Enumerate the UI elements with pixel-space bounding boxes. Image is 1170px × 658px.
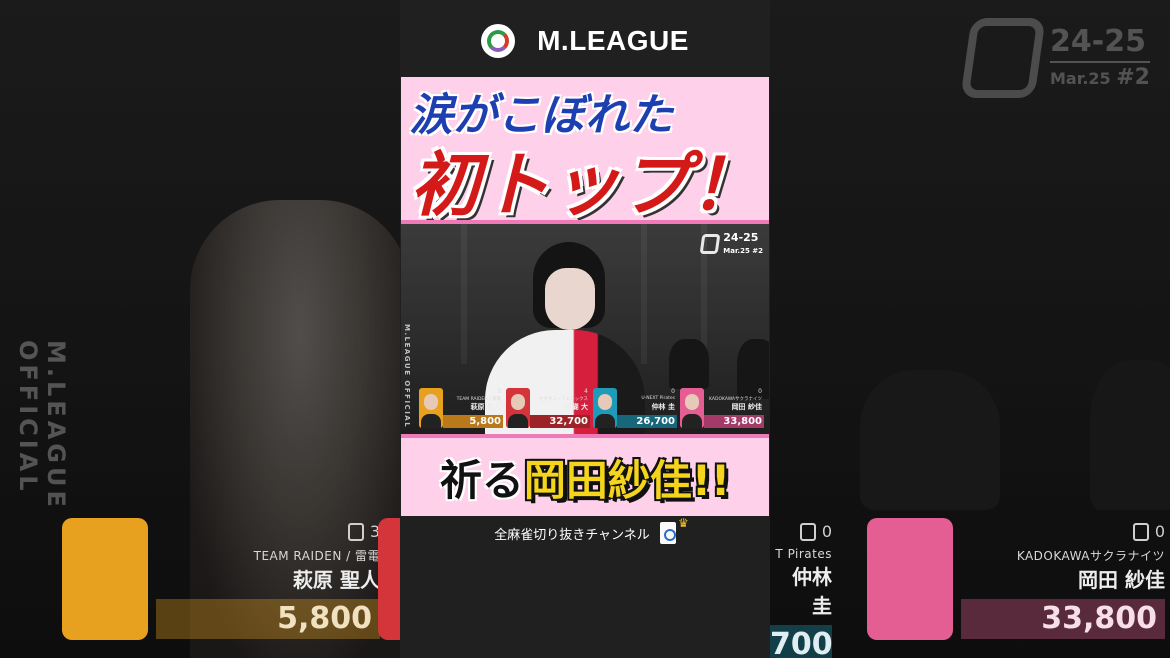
side-score-card-partial: 0 T Pirates 仲林 圭 700 xyxy=(770,518,840,658)
player-photo xyxy=(593,388,617,428)
player-score: 33,800 xyxy=(704,415,764,428)
side-score-card-right: 0 KADOKAWAサクラナイツ 岡田 紗佳 33,800 xyxy=(867,518,1170,643)
video-frame[interactable]: M.LEAGUE OFFICIAL 24-25 Mar.25 #2 3 TEAM … xyxy=(401,224,769,434)
player-score: 5,800 xyxy=(443,415,503,428)
score-card: 0 U-NEXT Pirates 仲林 圭 26,700 xyxy=(593,388,677,430)
brand-header: M.LEAGUE xyxy=(400,24,770,58)
short-video-frame[interactable]: M.LEAGUE 涙がこぼれた 初トップ！ M.LEAGUE OFFICIAL … xyxy=(400,0,770,658)
game-number: #2 xyxy=(1116,64,1150,90)
player-photo xyxy=(62,518,148,640)
player-name: 萩原 聖人 xyxy=(470,403,501,411)
seat-tile-icon xyxy=(347,522,364,541)
mleague-mark-icon xyxy=(960,18,1046,98)
player-score: 26,700 xyxy=(617,415,677,428)
player-name: 仲林 圭 xyxy=(651,403,675,411)
team-name: TEAM RAIDEN / 雷電 xyxy=(253,549,380,563)
player-photo xyxy=(506,388,530,428)
camera-shape xyxy=(669,339,709,389)
seat-tile-icon xyxy=(799,522,816,541)
player-face xyxy=(545,268,595,330)
score-card: 3 TEAM RAIDEN / 雷電 萩原 聖人 5,800 xyxy=(419,388,503,430)
caption-highlight: 岡田紗佳!! xyxy=(523,455,731,505)
seat-tile-icon xyxy=(1132,522,1149,541)
next-player-photo xyxy=(378,518,400,640)
player-photo xyxy=(867,518,953,640)
mleague-season-logo: 24-25 Mar.25 #2 xyxy=(960,18,1150,98)
mleague-logo-icon xyxy=(481,24,516,58)
seat-number: 0 xyxy=(758,388,762,395)
caption-banner: 祈る 岡田紗佳!! xyxy=(401,434,769,516)
team-name: U-NEXT Pirates xyxy=(641,396,675,401)
date-label: Mar.25 xyxy=(1050,68,1111,88)
player-name: 萩原 聖人 xyxy=(293,568,380,592)
side-score-card-left: 3 TEAM RAIDEN / 雷電 萩原 聖人 5,800 xyxy=(62,518,400,643)
left-backdrop: M.LEAGUE OFFICIAL 3 TEAM RAIDEN / 雷電 萩原 … xyxy=(0,0,400,658)
mahjong-tile-icon xyxy=(659,522,676,544)
scoreboard: 3 TEAM RAIDEN / 雷電 萩原 聖人 5,800 4 セガサミーフェ… xyxy=(419,388,765,432)
channel-credit: 全麻雀切り抜きチャンネル ♛ xyxy=(400,516,770,544)
seat-number: 0 xyxy=(671,388,675,395)
brand-title: M.LEAGUE xyxy=(537,25,689,56)
season-logo: 24-25 Mar.25 #2 xyxy=(699,232,763,255)
player-name: 岡田 紗佳 xyxy=(731,403,762,411)
player-photo xyxy=(680,388,704,428)
season-label: 24-25 xyxy=(1050,23,1146,59)
player-score: 32,700 xyxy=(530,415,590,428)
seat-number: 3 xyxy=(497,388,501,395)
vertical-tag: M.LEAGUE OFFICIAL xyxy=(403,324,411,429)
mleague-mark-icon xyxy=(699,233,721,254)
score-card: 0 KADOKAWAサクラナイツ 岡田 紗佳 33,800 xyxy=(680,388,764,430)
channel-label: 全麻雀切り抜きチャンネル xyxy=(494,527,650,543)
caption-prefix: 祈る xyxy=(439,455,524,505)
player-score: 5,800 xyxy=(156,599,380,639)
score-card: 4 セガサミーフェニックス 醍醐 大 32,700 xyxy=(506,388,590,430)
headline-banner: 涙がこぼれた 初トップ！ xyxy=(401,77,769,224)
player-photo xyxy=(419,388,443,428)
right-backdrop: 24-25 Mar.25 #2 0 T Pirates 仲林 圭 700 0 K… xyxy=(770,0,1170,658)
crown-icon: ♛ xyxy=(678,516,689,530)
seat-number: 4 xyxy=(584,388,588,395)
headline-line2: 初トップ！ xyxy=(410,144,760,224)
player-name: 醍醐 大 xyxy=(564,403,588,411)
